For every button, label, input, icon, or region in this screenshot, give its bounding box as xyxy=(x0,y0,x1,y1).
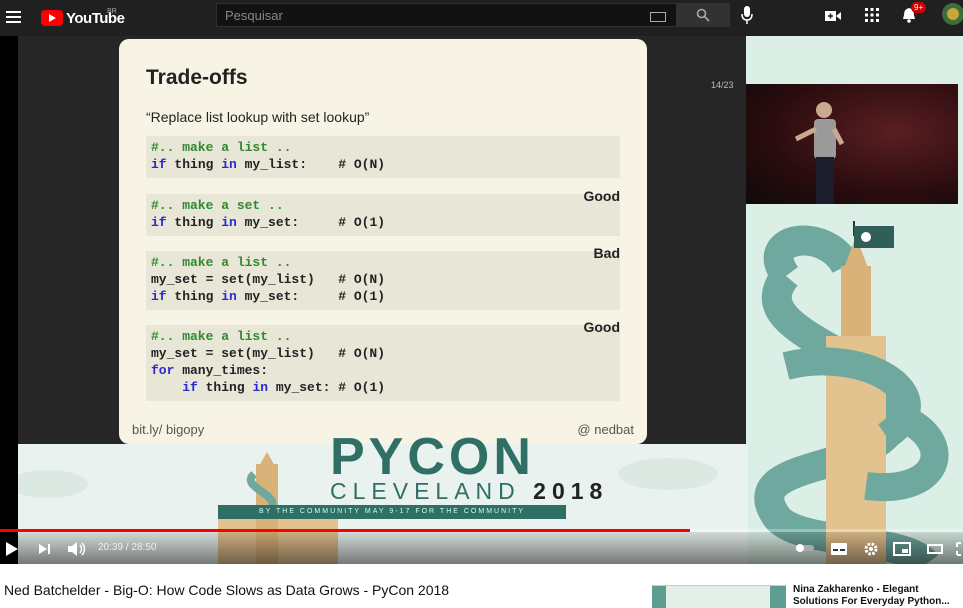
code-block: #.. make a list .. my_set = set(my_list) … xyxy=(146,325,620,401)
city-label: CLEVELAND xyxy=(330,478,521,504)
recommended-thumbnail[interactable] xyxy=(652,585,786,608)
code-comment: #.. make a set .. xyxy=(151,198,284,213)
slide-subtitle: “Replace list lookup with set lookup” xyxy=(146,109,370,125)
code-block: #.. make a list .. if thing in my_list: #… xyxy=(146,136,620,178)
mic-icon[interactable] xyxy=(741,6,753,24)
create-video-icon[interactable] xyxy=(825,10,841,22)
code-line: if thing in my_set: # O(1) xyxy=(151,214,615,231)
code-line: #.. make a set .. xyxy=(151,197,615,214)
code-keyword: in xyxy=(221,157,237,172)
recommended-video-title[interactable]: Nina Zakharenko - Elegant Solutions For … xyxy=(793,584,963,608)
fullscreen-icon[interactable] xyxy=(956,542,963,556)
search-button[interactable] xyxy=(677,3,730,27)
code-text: my_set = set(my_list) # O(N) xyxy=(151,272,386,287)
code-block: #.. make a set .. if thing in my_set: # O… xyxy=(146,194,620,236)
code-text: many_times: xyxy=(174,363,269,378)
speaker-figure xyxy=(794,102,845,204)
code-line: for many_times: xyxy=(151,362,615,379)
slide-handle: @ nedbat xyxy=(577,422,634,437)
apps-grid-icon[interactable] xyxy=(865,8,879,22)
code-text: my_set: # O(1) xyxy=(236,289,386,304)
code-keyword: if xyxy=(151,157,167,172)
video-player[interactable]: 14/23 Trade-offs “Replace list lookup wi… xyxy=(0,36,963,564)
settings-gear-icon[interactable] xyxy=(863,541,879,557)
search-box xyxy=(216,3,677,27)
search-input[interactable] xyxy=(223,7,647,24)
next-icon[interactable] xyxy=(38,543,52,555)
code-text: thing xyxy=(166,289,222,304)
code-text: my_list: # O(N) xyxy=(236,157,386,172)
avatar[interactable] xyxy=(942,3,963,25)
menu-icon[interactable] xyxy=(6,7,22,29)
time-display: 20:39 / 28:50 xyxy=(98,542,157,553)
code-text: thing xyxy=(197,380,253,395)
code-line: #.. make a list .. xyxy=(151,139,615,156)
miniplayer-icon[interactable] xyxy=(893,542,911,556)
search-icon xyxy=(696,8,710,22)
slide: Trade-offs “Replace list lookup with set… xyxy=(119,39,647,444)
code-text: thing xyxy=(166,215,222,230)
code-keyword: if xyxy=(151,289,167,304)
code-comment: #.. make a list .. xyxy=(151,329,292,344)
code-keyword: in xyxy=(221,215,237,230)
notification-badge: 9+ xyxy=(911,2,927,13)
tradeoff-label: Bad xyxy=(593,245,620,261)
code-keyword: if xyxy=(151,215,167,230)
code-block: #.. make a list .. my_set = set(my_list) … xyxy=(146,251,620,310)
code-line: #.. make a list .. xyxy=(151,254,615,271)
volume-icon[interactable] xyxy=(67,541,87,557)
code-keyword: for xyxy=(151,363,175,378)
autoplay-toggle-icon[interactable] xyxy=(794,543,814,553)
code-text: my_set: # O(1) xyxy=(236,215,386,230)
slide-title: Trade-offs xyxy=(146,66,248,89)
banner-ribbon: BY THE COMMUNITY MAY 9-17 FOR THE COMMUN… xyxy=(218,505,566,519)
code-keyword: in xyxy=(221,289,237,304)
tradeoff-label: Good xyxy=(583,319,620,335)
youtube-play-icon xyxy=(41,10,63,26)
subtitles-icon[interactable] xyxy=(831,543,847,555)
code-keyword: in xyxy=(252,380,269,395)
code-line: if thing in my_set: # O(1) xyxy=(151,288,615,305)
code-comment: #.. make a list .. xyxy=(151,255,292,270)
keyboard-icon[interactable] xyxy=(650,12,666,22)
region-label: BR xyxy=(107,8,117,15)
code-text: my_set: # O(1) xyxy=(268,380,386,395)
slide-link: bit.ly/ bigopy xyxy=(132,422,205,437)
code-text: thing xyxy=(166,157,222,172)
video-title[interactable]: Ned Batchelder - Big-O: How Code Slows a… xyxy=(4,582,449,598)
theater-mode-icon[interactable] xyxy=(927,543,943,555)
youtube-logo[interactable]: YouTube BR xyxy=(41,6,125,30)
code-text: my_set = set(my_list) # O(N) xyxy=(151,346,386,361)
code-line: if thing in my_list: # O(N) xyxy=(151,156,615,173)
tradeoff-label: Good xyxy=(583,188,620,204)
top-bar: YouTube BR 9+ xyxy=(0,0,963,36)
code-line: if thing in my_set: # O(1) xyxy=(151,379,615,396)
code-line: #.. make a list .. xyxy=(151,328,615,345)
pycon-location: CLEVELAND 2018 xyxy=(330,478,608,505)
play-icon[interactable] xyxy=(5,541,19,557)
year-label: 2018 xyxy=(533,478,609,504)
code-keyword: if xyxy=(182,380,198,395)
code-line: my_set = set(my_list) # O(N) xyxy=(151,345,615,362)
speaker-camera-feed xyxy=(746,84,958,204)
slide-counter: 14/23 xyxy=(711,80,734,90)
code-comment: #.. make a list .. xyxy=(151,140,292,155)
code-line: my_set = set(my_list) # O(N) xyxy=(151,271,615,288)
